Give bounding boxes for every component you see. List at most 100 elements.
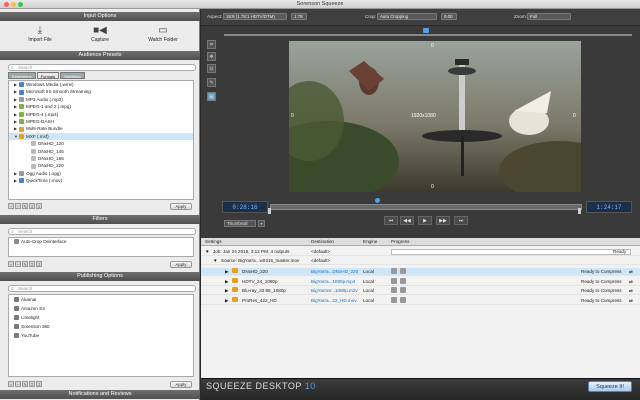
preset-item[interactable]: DNxHD_120 (9, 140, 193, 147)
move-tool-icon[interactable]: ✥ (207, 52, 216, 61)
presets-apply-button[interactable]: Apply (170, 203, 192, 210)
compress-toggle-icon[interactable]: ⇄ (629, 278, 633, 286)
edit-publish-button[interactable]: ✎ (22, 381, 28, 387)
audience-presets-header[interactable]: Audience Presets (0, 51, 200, 60)
export-preset-button[interactable]: ↧ (36, 203, 42, 209)
filters-header[interactable]: Filters (0, 215, 200, 224)
input-options-header[interactable]: Input Options (0, 12, 200, 21)
disclosure-open-icon[interactable]: ▼ (205, 248, 210, 256)
publish-destination-item[interactable]: Sorenson 360 (9, 322, 193, 331)
preset-item[interactable]: ▶ MPEG-1 and 2 (.mpg) (9, 103, 193, 110)
tab-workflow[interactable]: Workflow (60, 72, 85, 79)
filters-search-input[interactable]: ⌕ Search (8, 228, 196, 235)
watch-folder-button[interactable]: ▭ Watch Folder (143, 25, 183, 43)
crop-value-field[interactable]: 0.00 (441, 13, 457, 20)
output-row[interactable]: ▶ HDTV_24_1080p BigYarra...1080p.mp4 Local R… (201, 277, 640, 286)
remove-filter-button[interactable]: − (15, 261, 21, 267)
capture-button[interactable]: ■◀ Capture (80, 25, 120, 43)
preset-item[interactable]: DNxHD_220 (9, 162, 193, 169)
compress-toggle-icon[interactable]: ⇄ (629, 268, 633, 276)
preview-trim-track[interactable] (224, 34, 632, 36)
tab-formats[interactable]: Formats (36, 72, 60, 79)
crop-tool-icon[interactable]: ⌗ (207, 40, 216, 49)
split-tool-icon[interactable]: ⊟ (207, 64, 216, 73)
edit-output-button[interactable] (400, 287, 406, 293)
add-filter-button[interactable]: + (8, 261, 14, 267)
play-button[interactable]: ▶ (418, 216, 432, 225)
remove-preset-button[interactable]: − (15, 203, 21, 209)
thumbnail-select[interactable]: Thumbnail (224, 220, 256, 227)
publishing-search-input[interactable]: ⌕ Search (8, 285, 196, 292)
job-row[interactable]: ▼ Job: Jan 24 2015, 3:12 PM, 4 outputs <… (201, 248, 640, 256)
column-settings[interactable]: Settings (205, 238, 222, 246)
tab-extensions[interactable]: Extensions (8, 72, 36, 79)
preset-item[interactable]: ▶ QuickTime (.mov) (9, 177, 193, 184)
aspect-select[interactable]: 16:9 (1.78:1 HDTV/DTM) (223, 13, 287, 20)
output-destination[interactable]: BigYarra...DNxHD_220 (311, 268, 358, 276)
edit-output-button[interactable] (400, 296, 406, 303)
preset-item[interactable]: ▶ MPEG-4 (.mp4) (9, 111, 193, 118)
preset-item[interactable]: ▶ Ogg Audio (.ogg) (9, 170, 193, 177)
close-window-button[interactable] (4, 2, 9, 7)
trim-in-handle[interactable] (268, 208, 271, 214)
step-forward-button[interactable]: ▶▶ (436, 216, 450, 225)
compress-toggle-icon[interactable]: ⇄ (629, 297, 633, 305)
video-preview[interactable]: 0 0 1920x1080 0 0 (289, 41, 581, 192)
compare-tool-icon[interactable]: ▣ (207, 92, 216, 101)
preview-output-button[interactable] (391, 296, 397, 303)
publish-destination-item[interactable]: Akamai (9, 295, 193, 304)
preset-item[interactable]: DNxHD_185 (9, 155, 193, 162)
preview-output-button[interactable] (391, 277, 397, 284)
timeline-track[interactable] (270, 204, 582, 210)
scrubber-head[interactable] (375, 198, 380, 203)
disclosure-closed-icon[interactable]: ▶ (225, 268, 229, 276)
publishing-apply-button[interactable]: Apply (170, 381, 192, 388)
column-destination[interactable]: Destination (311, 238, 334, 246)
output-row[interactable]: ▶ ProRes_422_HD BigYarra...22_HD.mov Local R… (201, 296, 640, 305)
step-back-button[interactable]: ◀◀ (400, 216, 414, 225)
thumbnail-action-button[interactable]: ▾ (258, 220, 265, 227)
column-engine[interactable]: Engine (363, 238, 377, 246)
import-preset-button[interactable]: ↥ (29, 203, 35, 209)
list-item[interactable]: Auto-Crop Deinterlace (9, 238, 193, 245)
output-destination[interactable]: BigYarraV...1080p.m2v (311, 287, 358, 295)
preset-item[interactable]: ▼ MXF (.mxf) (9, 132, 193, 141)
playhead-marker-top[interactable] (423, 28, 429, 33)
output-destination[interactable]: BigYarra...1080p.mp4 (311, 278, 355, 286)
squeeze-it-button[interactable]: Squeeze It! (588, 381, 632, 392)
disclosure-closed-icon[interactable]: ▶ (225, 287, 229, 295)
minimize-window-button[interactable] (11, 2, 16, 7)
publish-destination-item[interactable]: YouTube (9, 331, 193, 340)
output-destination[interactable]: BigYarra...22_HD.mov (311, 297, 357, 305)
trim-out-handle[interactable] (578, 208, 581, 214)
publish-destination-item[interactable]: Limelight (9, 313, 193, 322)
import-publish-button[interactable]: ↥ (29, 381, 35, 387)
disclosure-closed-icon[interactable]: ▶ (225, 278, 229, 286)
add-publish-button[interactable]: + (8, 381, 14, 387)
output-row[interactable]: ▶ DNxHD_220 BigYarra...DNxHD_220 Local Ready… (201, 268, 640, 276)
crop-select[interactable]: Auto Cropping (377, 13, 437, 20)
remove-publish-button[interactable]: − (15, 381, 21, 387)
column-progress[interactable]: Progress (391, 238, 409, 246)
import-file-button[interactable]: ⤓ Import File (20, 25, 60, 43)
output-row[interactable]: ▶ Blu-ray_23.98_1080p BigYarraV...1080p.m2… (201, 287, 640, 295)
publishing-options-header[interactable]: Publishing Options (0, 272, 200, 281)
notifications-header[interactable]: Notifications and Reviews (0, 390, 200, 399)
go-to-start-button[interactable]: ⏮ (384, 216, 398, 225)
disclosure-open-icon[interactable]: ▼ (213, 257, 218, 265)
preset-item[interactable]: ▶ Microsoft IIS Smooth Streaming (9, 88, 193, 95)
edit-preset-button[interactable]: ✎ (22, 203, 28, 209)
edit-output-button[interactable] (400, 277, 406, 284)
go-to-end-button[interactable]: ⏭ (454, 216, 468, 225)
compress-toggle-icon[interactable]: ⇄ (629, 287, 633, 295)
zoom-window-button[interactable] (18, 2, 23, 7)
preset-item[interactable]: ▶ Windows Media (.wmv) (9, 81, 193, 88)
zoom-select[interactable]: Full (527, 13, 571, 20)
aspect-ratio-field[interactable]: 1.78 (291, 13, 307, 20)
filters-apply-button[interactable]: Apply (170, 261, 192, 268)
publish-destination-item[interactable]: Amazon S3 (9, 304, 193, 313)
preview-output-button[interactable] (391, 287, 397, 293)
preset-item[interactable]: ▶ Multi-Rate Bundle (9, 125, 193, 132)
edit-filter-button[interactable]: ✎ (22, 261, 28, 267)
presets-search-input[interactable]: ⌕ Search (8, 64, 196, 71)
